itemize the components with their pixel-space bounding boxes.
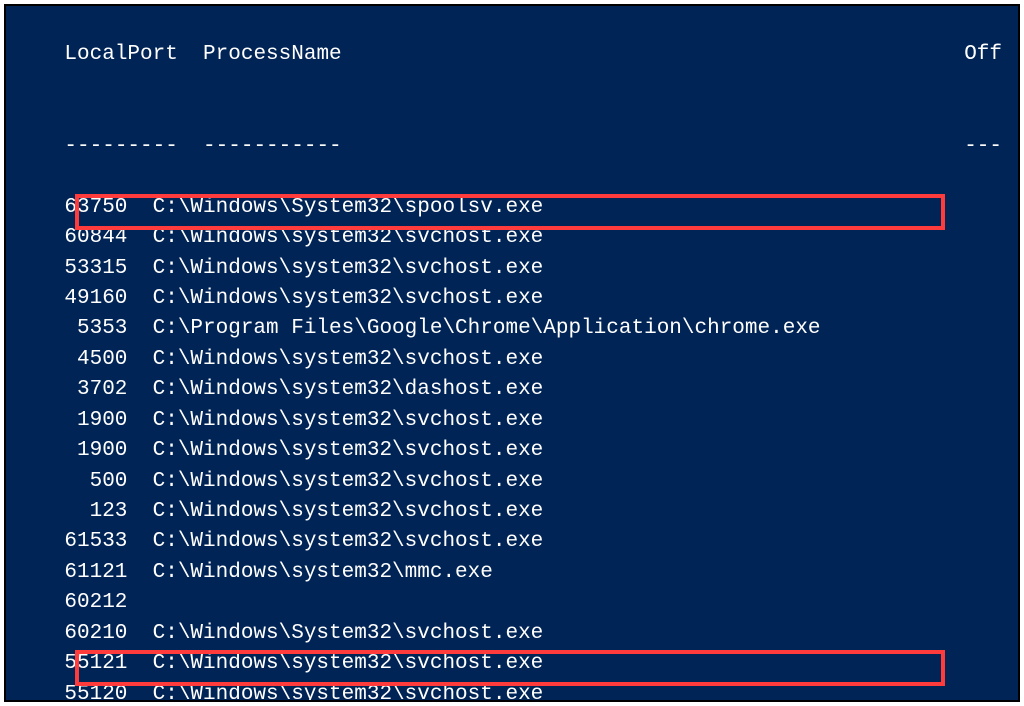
cell-processname: C:\Windows\system32\svchost.exe (153, 345, 544, 375)
cell-processname: C:\Windows\system32\svchost.exe (153, 406, 544, 436)
table-separator-row: ----------------------- (14, 101, 1010, 192)
cell-localport: 49160 (14, 284, 127, 314)
cell-localport: 3702 (14, 375, 127, 405)
sep-off: --- (964, 132, 1002, 162)
table-row: 60844 C:\Windows\system32\svchost.exe (14, 223, 1010, 253)
cell-localport: 60212 (14, 588, 127, 618)
cell-processname: C:\Windows\system32\svchost.exe (153, 223, 544, 253)
cell-processname: C:\Program Files\Google\Chrome\Applicati… (153, 314, 821, 344)
cell-localport: 500 (14, 467, 127, 497)
cell-localport: 53315 (14, 254, 127, 284)
cell-processname: C:\Windows\system32\svchost.exe (153, 527, 544, 557)
table-row: 123 C:\Windows\system32\svchost.exe (14, 497, 1010, 527)
cell-localport: 61121 (14, 558, 127, 588)
header-off: Off (964, 40, 1002, 70)
cell-localport: 5353 (14, 314, 127, 344)
table-row: 53315 C:\Windows\system32\svchost.exe (14, 254, 1010, 284)
cell-processname: C:\Windows\System32\svchost.exe (153, 619, 544, 649)
cell-localport: 63750 (14, 193, 127, 223)
cell-localport: 1900 (14, 406, 127, 436)
table-row: 63750 C:\Windows\System32\spoolsv.exe (14, 193, 1010, 223)
cell-localport: 1900 (14, 436, 127, 466)
cell-localport: 55120 (14, 680, 127, 702)
cell-localport: 123 (14, 497, 127, 527)
table-header-row: LocalPort ProcessName Off (14, 10, 1010, 101)
table-row: 500 C:\Windows\system32\svchost.exe (14, 467, 1010, 497)
cell-processname: C:\Windows\system32\svchost.exe (153, 467, 544, 497)
cell-processname: C:\Windows\system32\mmc.exe (153, 558, 493, 588)
cell-localport: 60210 (14, 619, 127, 649)
table-row: 61121 C:\Windows\system32\mmc.exe (14, 558, 1010, 588)
cell-processname: C:\Windows\system32\svchost.exe (153, 680, 544, 702)
cell-processname: C:\Windows\system32\svchost.exe (153, 649, 544, 679)
table-row: 1900 C:\Windows\system32\svchost.exe (14, 406, 1010, 436)
cell-localport: 55121 (14, 649, 127, 679)
cell-processname: C:\Windows\System32\spoolsv.exe (153, 193, 544, 223)
table-row: 55120 C:\Windows\system32\svchost.exe (14, 680, 1010, 702)
sep-processname: ----------- (203, 132, 342, 162)
sep-localport: --------- (64, 132, 177, 162)
table-body: 63750C:\Windows\System32\spoolsv.exe6084… (14, 193, 1010, 702)
cell-localport: 61533 (14, 527, 127, 557)
table-row: 61533 C:\Windows\system32\svchost.exe (14, 527, 1010, 557)
table-row: 5353 C:\Program Files\Google\Chrome\Appli… (14, 314, 1010, 344)
table-row: 60210 C:\Windows\System32\svchost.exe (14, 619, 1010, 649)
table-row: 4500 C:\Windows\system32\svchost.exe (14, 345, 1010, 375)
cell-processname: C:\Windows\system32\svchost.exe (153, 284, 544, 314)
table-row: 1900 C:\Windows\system32\svchost.exe (14, 436, 1010, 466)
cell-processname: C:\Windows\system32\svchost.exe (153, 497, 544, 527)
cell-processname: C:\Windows\system32\svchost.exe (153, 254, 544, 284)
table-row: 60212 (14, 588, 1010, 618)
header-processname: ProcessName (203, 40, 342, 70)
table-row: 55121 C:\Windows\system32\svchost.exe (14, 649, 1010, 679)
cell-processname: C:\Windows\system32\svchost.exe (153, 436, 544, 466)
table-row: 49160 C:\Windows\system32\svchost.exe (14, 284, 1010, 314)
powershell-terminal[interactable]: LocalPortProcessNameOff ----------------… (4, 4, 1020, 702)
header-localport: LocalPort (64, 40, 177, 70)
table-row: 3702 C:\Windows\system32\dashost.exe (14, 375, 1010, 405)
cell-localport: 60844 (14, 223, 127, 253)
cell-processname: C:\Windows\system32\dashost.exe (153, 375, 544, 405)
cell-localport: 4500 (14, 345, 127, 375)
